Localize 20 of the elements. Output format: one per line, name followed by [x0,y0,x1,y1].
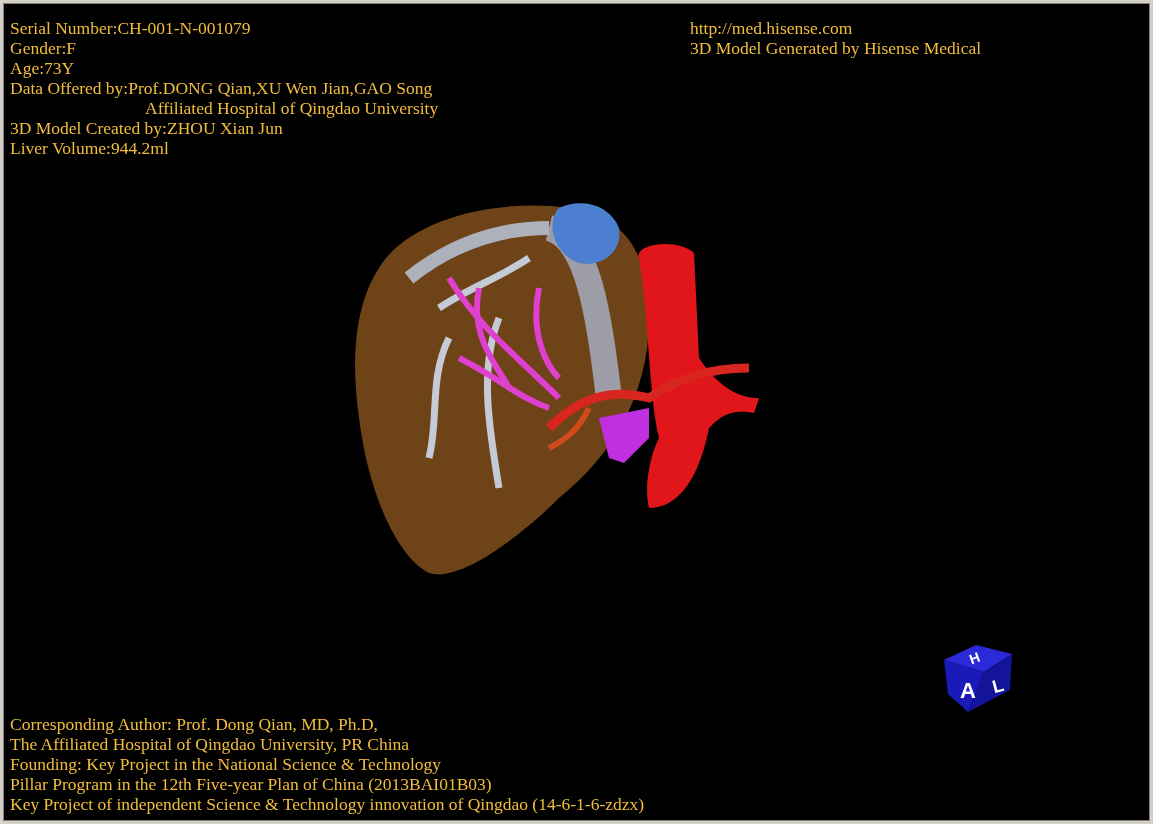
case-info-text: Serial Number:CH-001-N-001079 [10,18,251,38]
case-info-text: Affiliated Hospital of Qingdao University [145,98,439,118]
case-info-text: Liver Volume:944.2ml [10,138,169,158]
credit-text: The Affiliated Hospital of Qingdao University, PR China [10,734,410,754]
credit-text: Pillar Program in the 12th Five-year Plan of China (2013BAI01B03) [10,774,492,794]
website-url-text: http://med.hisense.com [690,18,853,38]
3d-viewport[interactable] [3,3,1150,821]
cube-top-label: H [967,648,983,668]
liver-model-drawing[interactable] [355,203,759,575]
orientation-cube[interactable] [944,645,1012,712]
credit-text: Founding: Key Project in the National Science & Technology [10,754,441,774]
credit-text: Key Project of independent Science & Technology innovation of Qingdao (14-6-1-6-zdzx) [10,794,645,814]
cube-side-label: L [990,674,1006,698]
credit-text: Corresponding Author: Prof. Dong Qian, MD, Ph.D, [10,714,378,734]
case-info-text: 3D Model Created by:ZHOU Xian Jun [10,118,283,138]
cube-front-label: A [960,678,976,703]
case-info-text: Data Offered by:Prof.DONG Qian,XU Wen Jian,GAO Song [10,78,433,98]
case-info-text: Age:73Y [10,58,75,78]
generator-credit-text: 3D Model Generated by Hisense Medical [690,38,982,58]
case-info-text: Gender:F [10,38,77,58]
